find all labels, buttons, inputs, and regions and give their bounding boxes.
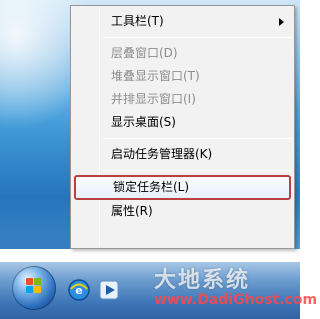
taskbar-context-menu: 工具栏(T) 层叠窗口(D) 堆叠显示窗口(T) 并排显示窗口(I) 显示桌面(… xyxy=(70,5,295,249)
submenu-arrow-icon xyxy=(279,18,284,26)
menu-item-label: 层叠窗口(D) xyxy=(111,46,178,60)
menu-item-label: 启动任务管理器(K) xyxy=(111,147,213,161)
desktop-area xyxy=(0,249,300,262)
menu-item-show-windows-stacked[interactable]: 堆叠显示窗口(T) xyxy=(71,65,294,88)
menu-item-toolbars[interactable]: 工具栏(T) xyxy=(71,10,294,33)
svg-text:e: e xyxy=(75,284,82,297)
internet-explorer-icon[interactable]: e xyxy=(66,277,92,303)
menu-item-label: 锁定任务栏(L) xyxy=(113,180,190,194)
watermark-url: www.DadiGhost.com xyxy=(154,292,318,308)
windows-logo-icon xyxy=(26,278,42,294)
media-player-icon[interactable] xyxy=(96,277,122,303)
start-button[interactable] xyxy=(12,266,56,310)
watermark-logo: 大地系统 www.DadiGhost.com xyxy=(154,262,317,319)
menu-item-show-desktop[interactable]: 显示桌面(S) xyxy=(71,111,294,134)
menu-item-label: 并排显示窗口(I) xyxy=(111,92,196,106)
menu-item-label: 工具栏(T) xyxy=(111,14,164,28)
menu-item-task-manager[interactable]: 启动任务管理器(K) xyxy=(71,143,294,166)
menu-separator xyxy=(103,37,292,38)
menu-item-lock-taskbar[interactable]: 锁定任务栏(L) xyxy=(74,175,291,200)
menu-item-cascade-windows[interactable]: 层叠窗口(D) xyxy=(71,42,294,65)
menu-item-show-windows-side-by-side[interactable]: 并排显示窗口(I) xyxy=(71,88,294,111)
menu-item-label: 属性(R) xyxy=(111,204,153,218)
watermark-title: 大地系统 xyxy=(154,268,251,293)
menu-separator xyxy=(103,138,292,139)
menu-item-properties[interactable]: 属性(R) xyxy=(71,200,294,223)
menu-item-label: 堆叠显示窗口(T) xyxy=(111,69,200,83)
menu-item-label: 显示桌面(S) xyxy=(111,115,176,129)
menu-separator xyxy=(103,170,292,171)
